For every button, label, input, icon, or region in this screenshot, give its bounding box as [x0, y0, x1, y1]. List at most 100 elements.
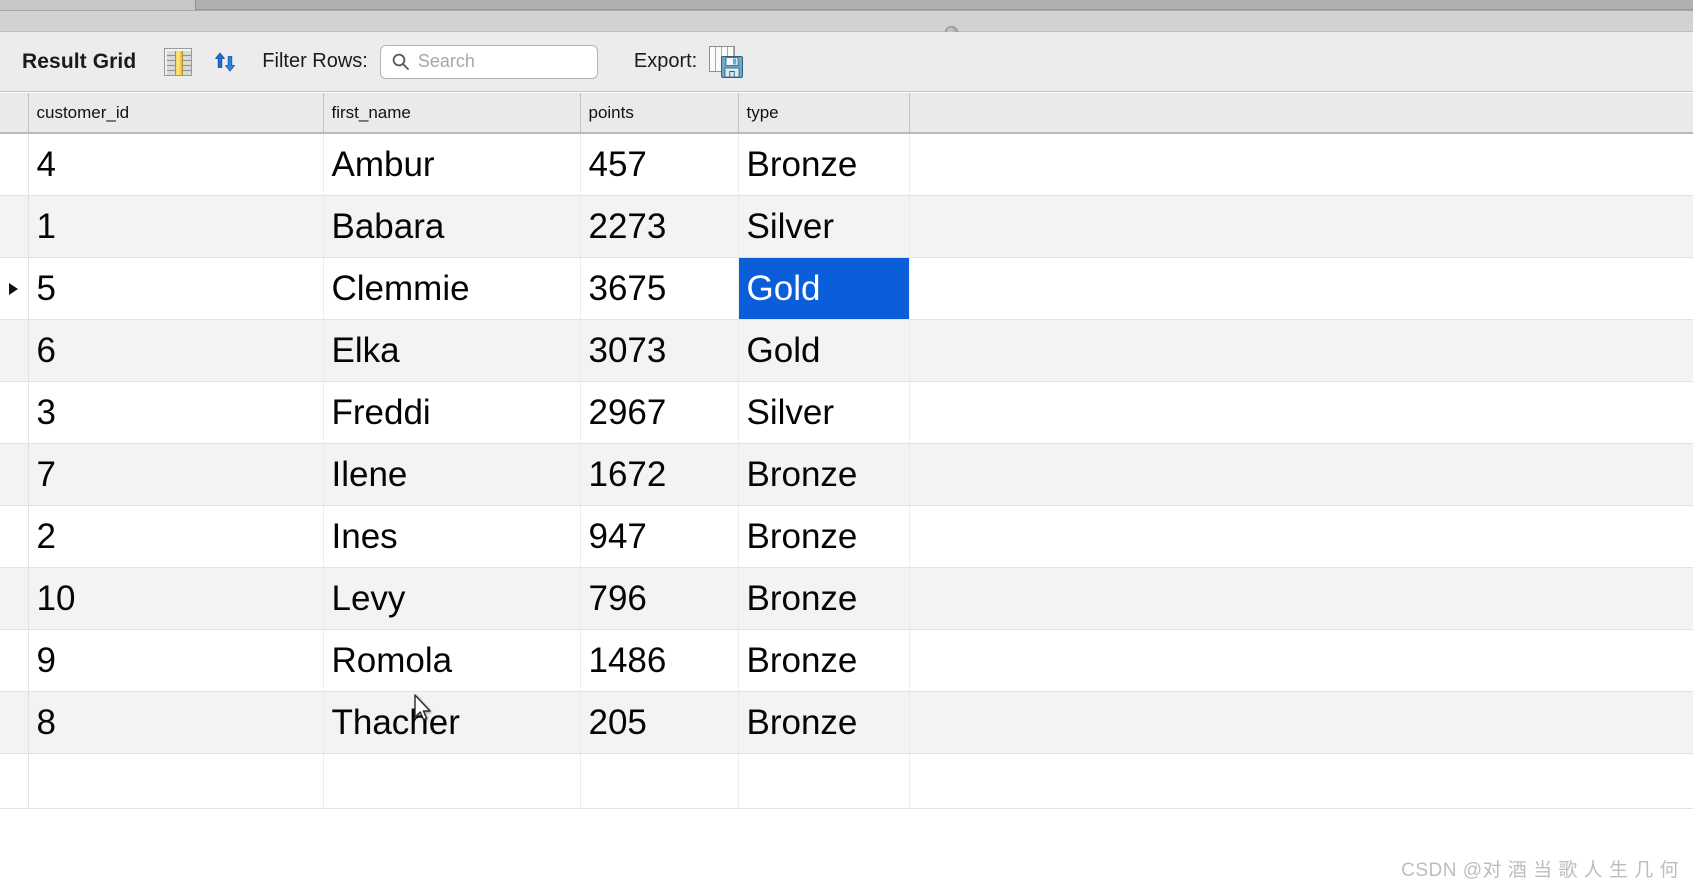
- cell-spacer: [909, 319, 1693, 382]
- cell-first_name[interactable]: Babara: [323, 195, 581, 258]
- cell-spacer: [909, 443, 1693, 506]
- cell-spacer: [909, 195, 1693, 258]
- column-header-customer_id[interactable]: customer_id: [28, 93, 324, 134]
- row-marker[interactable]: [0, 567, 29, 630]
- result-grid-toolbar: Result Grid Filter Rows: Export:: [0, 32, 1693, 92]
- cell-type-selected[interactable]: Gold: [738, 257, 910, 320]
- table-row[interactable]: 8 Thacher 205 Bronze: [0, 691, 1693, 754]
- cell-first_name[interactable]: Ines: [323, 505, 581, 568]
- cell-spacer: [909, 753, 1693, 809]
- cell-type[interactable]: Bronze: [738, 629, 910, 692]
- filter-rows-search-box[interactable]: [379, 44, 598, 79]
- cell-customer_id[interactable]: 2: [28, 505, 324, 568]
- cell-points[interactable]: 1672: [580, 443, 739, 506]
- table-row[interactable]: 10 Levy 796 Bronze: [0, 567, 1693, 630]
- cell-customer_id[interactable]: 1: [28, 195, 324, 258]
- cell-type[interactable]: Silver: [738, 195, 910, 258]
- column-header-spacer: [909, 93, 1693, 134]
- cell-type[interactable]: Bronze: [738, 443, 910, 506]
- cell-first_name[interactable]: Elka: [323, 319, 581, 382]
- grid-columns-icon[interactable]: [164, 47, 193, 76]
- row-marker[interactable]: [0, 381, 29, 444]
- cell-customer_id[interactable]: 3: [28, 381, 324, 444]
- table-row[interactable]: 9 Romola 1486 Bronze: [0, 629, 1693, 692]
- table-row[interactable]: 6 Elka 3073 Gold: [0, 319, 1693, 382]
- row-marker[interactable]: [0, 319, 29, 382]
- active-editor-tab[interactable]: [0, 0, 196, 10]
- cell-type[interactable]: Bronze: [738, 505, 910, 568]
- cell-points[interactable]: 2273: [580, 195, 739, 258]
- cell-customer_id[interactable]: 10: [28, 567, 324, 630]
- cell-customer_id[interactable]: 5: [28, 257, 324, 320]
- table-row[interactable]: 2 Ines 947 Bronze: [0, 505, 1693, 568]
- cell-points[interactable]: 3675: [580, 257, 739, 320]
- cell-points[interactable]: 2967: [580, 381, 739, 444]
- cell-first_name[interactable]: Ilene: [323, 443, 581, 506]
- row-marker[interactable]: [0, 133, 29, 196]
- cell-type[interactable]: Bronze: [738, 133, 910, 196]
- cell-spacer: [909, 629, 1693, 692]
- row-marker-header: [0, 93, 29, 134]
- cell-spacer: [909, 567, 1693, 630]
- cell-type[interactable]: [738, 753, 910, 809]
- search-input[interactable]: [417, 51, 586, 72]
- row-marker[interactable]: [0, 195, 29, 258]
- table-row[interactable]: 1 Babara 2273 Silver: [0, 195, 1693, 258]
- cell-first_name[interactable]: Thacher: [323, 691, 581, 754]
- table-row-current[interactable]: 5 Clemmie 3675 Gold: [0, 257, 1693, 320]
- export-label: Export:: [633, 50, 698, 72]
- cell-type[interactable]: Gold: [738, 319, 910, 382]
- export-recordset-icon[interactable]: [709, 45, 744, 78]
- cell-spacer: [909, 505, 1693, 568]
- table-row[interactable]: 3 Freddi 2967 Silver: [0, 381, 1693, 444]
- csdn-watermark: CSDN @对 酒 当 歌 人 生 几 何: [1401, 860, 1679, 881]
- cell-points[interactable]: 457: [580, 133, 739, 196]
- table-row-new[interactable]: [0, 753, 1693, 809]
- row-marker[interactable]: [0, 505, 29, 568]
- cell-points[interactable]: 1486: [580, 629, 739, 692]
- cell-points[interactable]: 205: [580, 691, 739, 754]
- table-row[interactable]: 7 Ilene 1672 Bronze: [0, 443, 1693, 506]
- cell-first_name[interactable]: Freddi: [323, 381, 581, 444]
- cell-points[interactable]: [580, 753, 739, 809]
- result-grid-title: Result Grid: [22, 49, 137, 73]
- table-row[interactable]: 4 Ambur 457 Bronze: [0, 133, 1693, 196]
- cell-type[interactable]: Bronze: [738, 691, 910, 754]
- row-marker[interactable]: [0, 443, 29, 506]
- header-row: customer_id first_name points type: [0, 93, 1693, 134]
- editor-tab-strip: [0, 0, 1693, 10]
- cell-customer_id[interactable]: [28, 753, 324, 809]
- row-marker[interactable]: [0, 629, 29, 692]
- cell-points[interactable]: 796: [580, 567, 739, 630]
- search-icon: [391, 52, 410, 71]
- cell-first_name[interactable]: [323, 753, 581, 809]
- cell-first_name[interactable]: Clemmie: [323, 257, 581, 320]
- result-grid-table: customer_id first_name points type 4 Amb…: [0, 93, 1693, 809]
- cell-customer_id[interactable]: 4: [28, 133, 324, 196]
- splitter-bar[interactable]: [0, 10, 1693, 39]
- refresh-icon[interactable]: [210, 47, 240, 77]
- cell-spacer: [909, 257, 1693, 320]
- row-marker-current[interactable]: [0, 257, 29, 320]
- column-header-first_name[interactable]: first_name: [323, 93, 581, 134]
- cell-first_name[interactable]: Ambur: [323, 133, 581, 196]
- cell-customer_id[interactable]: 7: [28, 443, 324, 506]
- column-header-type[interactable]: type: [738, 93, 910, 134]
- result-grid-window: Result Grid Filter Rows: Export:: [0, 0, 1693, 890]
- table-header: customer_id first_name points type: [0, 93, 1693, 134]
- column-header-points[interactable]: points: [580, 93, 739, 134]
- cell-type[interactable]: Silver: [738, 381, 910, 444]
- cell-first_name[interactable]: Levy: [323, 567, 581, 630]
- row-marker[interactable]: [0, 753, 29, 809]
- result-grid-table-area[interactable]: customer_id first_name points type 4 Amb…: [0, 93, 1693, 890]
- cell-type[interactable]: Bronze: [738, 567, 910, 630]
- row-marker[interactable]: [0, 691, 29, 754]
- cell-spacer: [909, 133, 1693, 196]
- cell-first_name[interactable]: Romola: [323, 629, 581, 692]
- cell-customer_id[interactable]: 8: [28, 691, 324, 754]
- cell-points[interactable]: 947: [580, 505, 739, 568]
- cell-points[interactable]: 3073: [580, 319, 739, 382]
- cell-customer_id[interactable]: 6: [28, 319, 324, 382]
- cell-customer_id[interactable]: 9: [28, 629, 324, 692]
- cell-spacer: [909, 381, 1693, 444]
